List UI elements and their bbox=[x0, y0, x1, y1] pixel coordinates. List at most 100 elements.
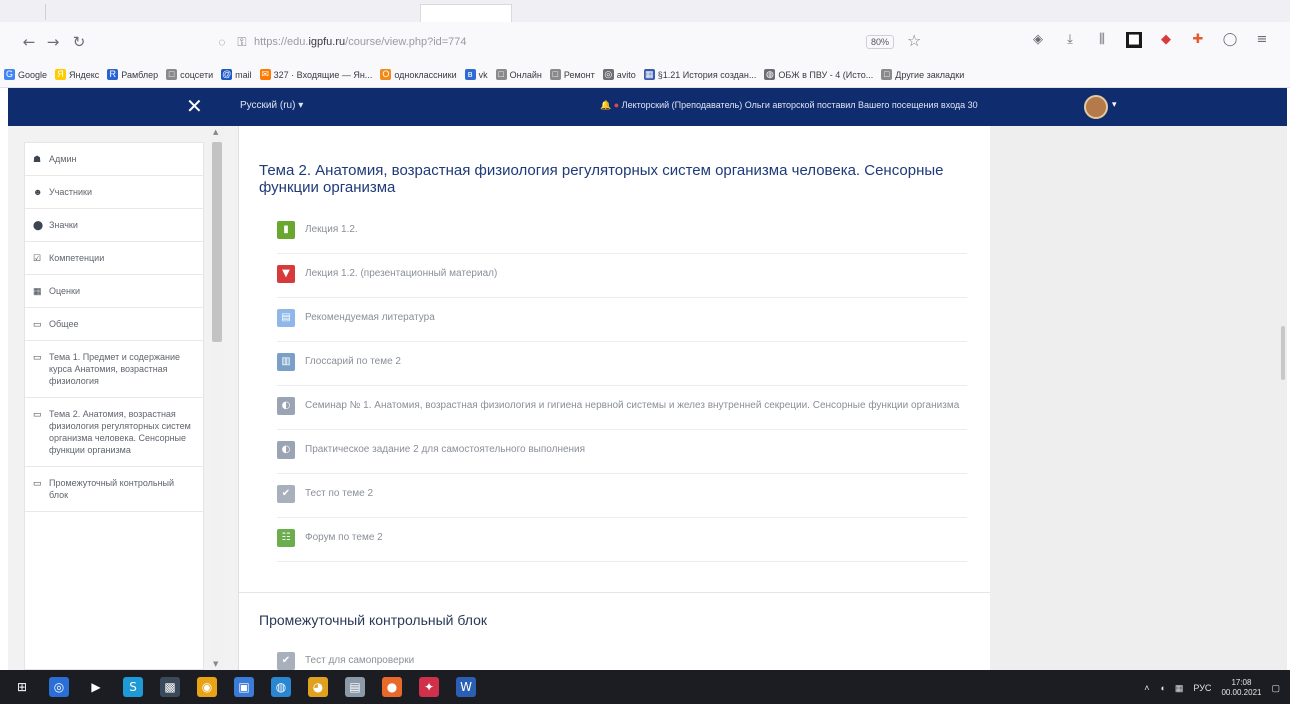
bookmark-item[interactable]: ▦ §1.21 История создан... bbox=[643, 69, 757, 80]
section-title[interactable]: Тема 2. Анатомия, возрастная физиология … bbox=[259, 162, 979, 196]
bookmark-item[interactable]: □ соцсети bbox=[166, 69, 213, 80]
volume-icon[interactable]: ◖ bbox=[1159, 683, 1164, 693]
tray-up-arrow-icon[interactable]: ˄ bbox=[1144, 683, 1149, 693]
bookmark-item[interactable]: @ mail bbox=[221, 69, 252, 80]
bookmark-item[interactable]: □ Другие закладки bbox=[881, 69, 964, 80]
start-menu-icon[interactable]: ⊞ bbox=[12, 677, 32, 697]
taskbar-app-icon[interactable]: ◎ bbox=[49, 677, 69, 697]
menu-icon[interactable]: ≡ bbox=[1254, 32, 1270, 48]
activity-icon: ◐ bbox=[277, 397, 295, 415]
taskbar-app-icon[interactable]: ● bbox=[382, 677, 402, 697]
bookmark-item[interactable]: Я Яндекс bbox=[55, 69, 99, 80]
drawer-item[interactable]: ▭ Тема 2. Анатомия, возрастная физиология… bbox=[25, 398, 203, 467]
tab-separator bbox=[45, 4, 46, 20]
drawer-item[interactable]: ⬤ Значки bbox=[25, 209, 203, 242]
activity-item[interactable]: ▤ Рекомендуемая литература bbox=[277, 298, 967, 342]
notifications-icon[interactable]: ▢ bbox=[1271, 683, 1280, 694]
bookmark-favicon-icon: ✉ bbox=[259, 69, 271, 80]
language-menu[interactable]: Русский (ru) ▾ bbox=[240, 100, 303, 111]
active-tab[interactable] bbox=[420, 4, 512, 22]
extension-red-icon[interactable]: ◆ bbox=[1158, 32, 1174, 48]
bookmark-label: Другие закладки bbox=[895, 69, 965, 80]
lock-icon[interactable]: ⚿ bbox=[234, 35, 250, 50]
bookmark-favicon-icon: @ bbox=[221, 69, 233, 80]
drawer-area: ☗ Админ ☻ Участники ⬤ Значки ☑ Компетенции ▦ Оцен… bbox=[8, 126, 238, 670]
side-handle[interactable] bbox=[1281, 326, 1285, 380]
taskbar-app-icon[interactable]: S bbox=[123, 677, 143, 697]
bookmark-item[interactable]: □ Онлайн bbox=[495, 69, 542, 80]
bookmark-item[interactable]: G Google bbox=[4, 69, 47, 80]
drawer-item-label: Значки bbox=[49, 220, 78, 230]
drawer-scrollbar[interactable]: ▲ ▼ bbox=[210, 126, 224, 670]
activity-item[interactable]: ☷ Форум по теме 2 bbox=[277, 518, 967, 562]
bookmark-favicon-icon: □ bbox=[495, 69, 507, 80]
shield-icon[interactable]: ◌ bbox=[214, 35, 230, 49]
reload-icon[interactable]: ↻ bbox=[68, 31, 90, 53]
scroll-down-icon[interactable]: ▼ bbox=[213, 660, 218, 668]
activity-item[interactable]: ▼ Лекция 1.2. (презентационный материал) bbox=[277, 254, 967, 298]
section-title-control-block[interactable]: Промежуточный контрольный блок bbox=[259, 612, 979, 628]
drawer-item[interactable]: ▭ Промежуточный контрольный блок bbox=[25, 467, 203, 512]
scroll-up-icon[interactable]: ▲ bbox=[213, 128, 218, 136]
download-icon[interactable]: ⤓ bbox=[1062, 32, 1078, 48]
back-arrow-icon[interactable]: ← bbox=[18, 31, 40, 53]
folder-icon: ▭ bbox=[33, 352, 42, 362]
bookmark-item[interactable]: в vk bbox=[464, 69, 488, 80]
browser-window: ← → ↻ ◌ ⚿ https://edu. igpfu.ru/course/vi… bbox=[0, 0, 1290, 704]
user-avatar[interactable] bbox=[1084, 95, 1108, 119]
bookmark-star-icon[interactable]: ☆ bbox=[907, 31, 921, 50]
zoom-level[interactable]: 80% bbox=[866, 35, 895, 49]
activity-item[interactable]: ◐ Практическое задание 2 для самостоятель… bbox=[277, 430, 967, 474]
forward-arrow-icon[interactable]: → bbox=[42, 31, 64, 53]
activity-item[interactable]: ▥ Глоссарий по теме 2 bbox=[277, 342, 967, 386]
bookmark-item[interactable]: ✉ 327 · Входящие — Ян... bbox=[259, 69, 372, 80]
extension-black-icon[interactable]: ■ bbox=[1126, 32, 1142, 48]
extension-orange-icon[interactable]: ✚ bbox=[1190, 32, 1206, 48]
activity-item[interactable]: ▮ Лекция 1.2. bbox=[277, 210, 967, 254]
bookmark-favicon-icon: ▦ bbox=[643, 69, 655, 80]
taskbar-app-icon[interactable]: ◉ bbox=[197, 677, 217, 697]
account-icon[interactable]: ◯ bbox=[1222, 32, 1238, 48]
taskbar-app-icon[interactable]: ◕ bbox=[308, 677, 328, 697]
folder-icon: ▭ bbox=[33, 478, 42, 488]
bookmark-item[interactable]: Оодноклассники bbox=[380, 69, 457, 80]
drawer-item[interactable]: ☑ Компетенции bbox=[25, 242, 203, 275]
scrollbar-thumb[interactable] bbox=[212, 142, 222, 342]
pocket-icon[interactable]: ◈ bbox=[1030, 32, 1046, 48]
activity-item[interactable]: ✔ Тест по теме 2 bbox=[277, 474, 967, 518]
notification-text[interactable]: 🔔 ● Лекторский (Преподаватель) Ольги авт… bbox=[600, 100, 978, 111]
input-language[interactable]: РУС bbox=[1193, 683, 1211, 693]
taskbar-app-icon[interactable]: W bbox=[456, 677, 476, 697]
bookmark-label: vk bbox=[478, 69, 488, 80]
taskbar-app-icon[interactable]: ✦ bbox=[419, 677, 439, 697]
taskbar-app-icon[interactable]: ▶ bbox=[86, 677, 106, 697]
drawer-item-label: Участники bbox=[49, 187, 92, 197]
taskbar-app-icon[interactable]: ▣ bbox=[234, 677, 254, 697]
bookmark-favicon-icon: ◎ bbox=[602, 69, 614, 80]
drawer-item[interactable]: ▭ Тема 1. Предмет и содержание курса Анат… bbox=[25, 341, 203, 398]
nav-icon: ⬤ bbox=[33, 220, 44, 230]
network-icon[interactable]: ▦ bbox=[1175, 683, 1184, 694]
drawer-item[interactable]: ☗ Админ bbox=[25, 143, 203, 176]
drawer-item[interactable]: ☻ Участники bbox=[25, 176, 203, 209]
url-bar[interactable]: ◌ ⚿ https://edu. igpfu.ru/course/view.php… bbox=[214, 28, 934, 56]
bookmark-item[interactable]: ◎ avito bbox=[602, 69, 636, 80]
bookmark-item[interactable]: ◍ ОБЖ в ПВУ - 4 (Исто... bbox=[764, 69, 873, 80]
taskbar-app-icon[interactable]: ▤ bbox=[345, 677, 365, 697]
bookmark-item[interactable]: □ Ремонт bbox=[549, 69, 595, 80]
activity-label: Лекция 1.2. bbox=[305, 224, 358, 235]
activity-item[interactable]: ◐ Семинар № 1. Анатомия, возрастная физио… bbox=[277, 386, 967, 430]
drawer-item[interactable]: ▦ Оценки bbox=[25, 275, 203, 308]
clock[interactable]: 17:08 00.00.2021 bbox=[1221, 678, 1261, 698]
extension-toolbar: ◈ ⤓ ⫼ ■ ◆ ✚ ◯ ≡ bbox=[1030, 32, 1270, 48]
library-icon[interactable]: ⫼ bbox=[1094, 32, 1110, 48]
taskbar-app-icon[interactable]: ▩ bbox=[160, 677, 180, 697]
close-drawer-icon[interactable]: ✕ bbox=[186, 94, 203, 118]
taskbar-app-icon[interactable]: ◍ bbox=[271, 677, 291, 697]
quiz-icon: ✔ bbox=[277, 652, 295, 670]
message-icon: ● bbox=[613, 100, 620, 110]
bookmark-label: §1.21 История создан... bbox=[657, 69, 757, 80]
bookmark-item[interactable]: R Рамблер bbox=[107, 69, 158, 80]
user-menu-caret-icon[interactable]: ▾ bbox=[1112, 100, 1117, 110]
drawer-item[interactable]: ▭ Общее bbox=[25, 308, 203, 341]
